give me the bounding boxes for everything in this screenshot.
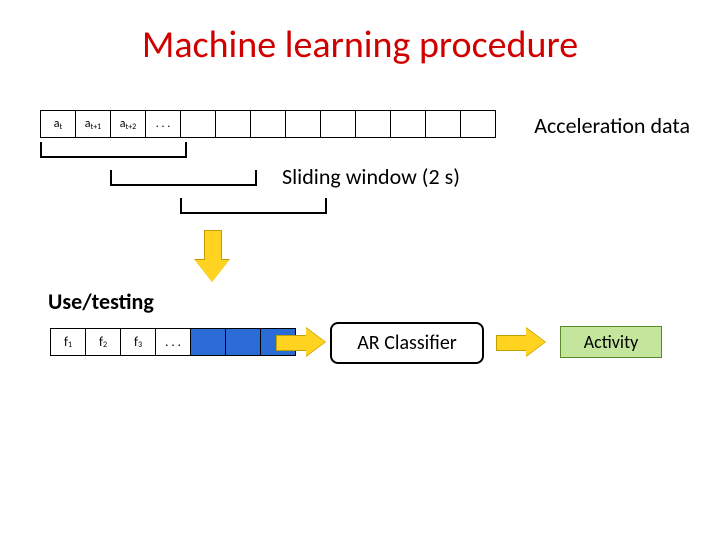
accel-cell [215,110,251,138]
accel-cell: at+1 [75,110,111,138]
feature-cell: f2 [85,328,121,356]
accel-cell: at+2 [110,110,146,138]
sliding-window-label: Sliding window (2 s) [282,163,460,190]
down-arrow-icon [195,230,229,286]
slide: Machine learning procedure at at+1 at+2 … [0,0,720,540]
accel-cell: at [40,110,76,138]
acceleration-cells-row: at at+1 at+2 . . . [40,110,496,138]
use-testing-heading: Use/testing [48,288,154,315]
accel-cell [460,110,496,138]
accel-cell [285,110,321,138]
accel-cell [180,110,216,138]
right-arrow-icon [276,328,326,356]
window-bracket [40,142,187,158]
window-bracket [180,198,327,214]
activity-box: Activity [560,326,662,358]
right-arrow-icon [496,328,546,356]
accel-cell: . . . [145,110,181,138]
feature-cell: f1 [50,328,86,356]
window-bracket [110,170,257,186]
feature-cells-row: f1 f2 f3 . . . [50,328,296,356]
accel-cell [390,110,426,138]
slide-title: Machine learning procedure [0,22,720,68]
feature-cell-highlight [190,328,226,356]
feature-cell: . . . [155,328,191,356]
accel-cell [250,110,286,138]
acceleration-label: Acceleration data [534,112,690,139]
accel-cell [320,110,356,138]
accel-cell [425,110,461,138]
feature-cell: f3 [120,328,156,356]
accel-cell [355,110,391,138]
classifier-box: AR Classifier [330,322,484,364]
feature-cell-highlight [225,328,261,356]
